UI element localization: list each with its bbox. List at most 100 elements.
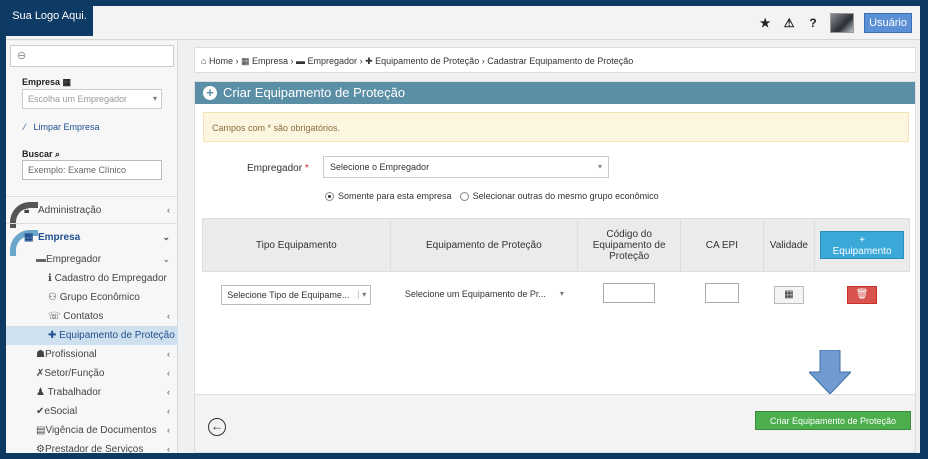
- plus-icon: ✚: [48, 330, 60, 341]
- broom-icon: ⁄: [24, 122, 26, 132]
- plus-icon: ✚: [365, 56, 373, 66]
- sidebar-item-trabalhador[interactable]: ♟ Trabalhador ‹: [6, 383, 178, 402]
- building-icon: ▦: [24, 232, 34, 243]
- search-input[interactable]: Exemplo: Exame Clínico: [22, 160, 162, 180]
- sidebar-item-cadastro-empregador[interactable]: ℹ Cadastro do Empregador: [6, 269, 178, 288]
- sidebar-item-esocial[interactable]: ✔eSocial ‹: [6, 402, 178, 421]
- sidebar-item-setor-funcao[interactable]: ✗Setor/Função ‹: [6, 364, 178, 383]
- top-icons: ★ ⚠ ? Usuário: [758, 13, 912, 33]
- col-equipamento-protecao: Equipamento de Proteção: [389, 218, 579, 272]
- col-validade: Validade: [762, 218, 816, 272]
- page-title: Criar Equipamento de Proteção: [223, 85, 406, 100]
- chevron-down-icon: ⌄: [162, 232, 170, 242]
- col-actions: + Equipamento: [814, 218, 910, 272]
- chevron-left-icon: ‹: [167, 387, 170, 397]
- worker-icon: ♟: [36, 387, 48, 398]
- add-equipamento-label: Equipamento: [832, 246, 892, 257]
- sidebar-menu: 🔒︎ Administração ‹ ▦ Empresa ⌄ ▬Empregador…: [6, 196, 178, 453]
- cell-ca: [680, 271, 764, 318]
- breadcrumb-empresa[interactable]: Empresa: [252, 56, 288, 66]
- calendar-icon: ▦: [784, 288, 794, 300]
- lock-icon: 🔒︎: [24, 205, 30, 216]
- app-window: Sua Logo Aqui. ★ ⚠ ? Usuário ⊖ Empresa ▦…: [6, 6, 920, 453]
- empregador-select-value: Selecione o Empregador: [330, 162, 430, 172]
- cell-codigo: [577, 271, 681, 318]
- calendar-button[interactable]: ▦: [773, 285, 804, 304]
- criar-equipamento-button[interactable]: Criar Equipamento de Proteção: [755, 411, 911, 430]
- sidebar: ⊖ Empresa ▦ Escolha um Empregador ▾ ⁄ Li…: [6, 41, 178, 453]
- radio-somente-empresa[interactable]: [325, 191, 334, 201]
- buscar-label: Buscar ⌕: [22, 149, 61, 159]
- delete-button[interactable]: 🗑︎: [847, 285, 878, 304]
- search-icon: ⌕: [55, 149, 61, 159]
- building-icon: ▦: [62, 77, 72, 87]
- phone-icon: ☏: [48, 311, 64, 322]
- sidebar-item-grupo-economico[interactable]: ⚇ Grupo Econômico: [6, 288, 178, 307]
- limpar-empresa-label: Limpar Empresa: [33, 122, 100, 132]
- sidebar-item-empresa[interactable]: ▦ Empresa ⌄: [6, 223, 178, 250]
- id-card-icon: ▬: [296, 56, 306, 66]
- cell-tipo: Selecione Tipo de Equipame... ▾: [202, 271, 391, 318]
- circle-arrow-left-icon: ⊖: [17, 50, 27, 62]
- chevron-left-icon: ‹: [167, 444, 170, 453]
- star-icon[interactable]: ★: [758, 16, 772, 30]
- sidebar-item-administracao[interactable]: 🔒︎ Administração ‹: [6, 196, 178, 223]
- arrow-down-icon: [809, 350, 851, 394]
- main-content: ⌂ Home › ▦ Empresa › ▬ Empregador › ✚ Eq…: [186, 41, 920, 453]
- limpar-empresa-link[interactable]: ⁄ Limpar Empresa: [24, 122, 100, 132]
- id-card-icon: ▬: [36, 254, 46, 265]
- help-icon[interactable]: ?: [806, 16, 820, 30]
- scope-radio-group: Somente para esta empresa Selecionar out…: [325, 191, 659, 201]
- empresa-select[interactable]: Escolha um Empregador ▾: [22, 89, 162, 109]
- empresa-label: Empresa ▦: [22, 77, 72, 87]
- col-codigo-equipamento: Código do Equipamento de Proteção: [577, 218, 682, 272]
- panel-header: + Criar Equipamento de Proteção: [195, 82, 915, 104]
- col-ca-epi: CA EPI: [680, 218, 764, 272]
- col-tipo-equipamento: Tipo Equipamento: [202, 218, 391, 272]
- radio-grupo-economico-label: Selecionar outras do mesmo grupo econômi…: [472, 191, 659, 201]
- chevron-down-icon: ▾: [358, 289, 366, 299]
- equipment-table: Tipo Equipamento Equipamento de Proteção…: [202, 218, 910, 318]
- breadcrumb-current: Cadastrar Equipamento de Proteção: [487, 56, 634, 66]
- sidebar-item-equipamento-protecao[interactable]: ✚ Equipamento de Proteção: [6, 326, 178, 345]
- equipamento-protecao-select[interactable]: Selecione um Equipamento de Pr... ▾: [400, 285, 568, 305]
- empregador-select[interactable]: Selecione o Empregador ▾: [323, 156, 609, 178]
- form-panel: + Criar Equipamento de Proteção Campos c…: [194, 81, 916, 453]
- top-bar: Sua Logo Aqui. ★ ⚠ ? Usuário: [6, 6, 920, 40]
- logo[interactable]: Sua Logo Aqui.: [6, 6, 93, 36]
- form-footer: ← Criar Equipamento de Proteção: [195, 394, 915, 452]
- sidebar-item-prestador-servicos[interactable]: ⚙Prestador de Serviços ‹: [6, 440, 178, 453]
- breadcrumb-equipamento[interactable]: Equipamento de Proteção: [375, 56, 479, 66]
- avatar[interactable]: [830, 13, 855, 33]
- add-plus-label: +: [859, 235, 865, 246]
- chevron-down-icon: ⌄: [162, 254, 170, 264]
- breadcrumb-home[interactable]: Home: [209, 56, 233, 66]
- user-button[interactable]: Usuário: [864, 13, 912, 33]
- tipo-equipamento-select[interactable]: Selecione Tipo de Equipame... ▾: [221, 284, 372, 305]
- add-equipamento-button[interactable]: + Equipamento: [820, 231, 905, 259]
- chevron-left-icon: ‹: [167, 406, 170, 416]
- warning-icon[interactable]: ⚠: [782, 16, 796, 30]
- chevron-left-icon: ‹: [167, 368, 170, 378]
- sidebar-item-empregador[interactable]: ▬Empregador ⌄: [6, 250, 178, 269]
- cell-equipamento: Selecione um Equipamento de Pr... ▾: [390, 271, 578, 318]
- sidebar-item-contatos[interactable]: ☏ Contatos ‹: [6, 307, 178, 326]
- radio-grupo-economico[interactable]: [459, 191, 469, 201]
- cell-actions: 🗑︎: [814, 271, 910, 318]
- chevron-down-icon: ▾: [152, 94, 157, 103]
- equip-select-value: Selecione um Equipamento de Pr...: [404, 288, 546, 299]
- plus-circle-icon: +: [203, 86, 217, 100]
- codigo-input[interactable]: [603, 283, 656, 304]
- empregador-label: Empregador *: [247, 163, 309, 174]
- breadcrumb-empregador[interactable]: Empregador: [308, 56, 358, 66]
- sidebar-toggle[interactable]: ⊖: [10, 45, 174, 67]
- chevron-left-icon: ‹: [167, 205, 170, 215]
- back-arrow-icon[interactable]: ←: [208, 418, 226, 436]
- breadcrumb: ⌂ Home › ▦ Empresa › ▬ Empregador › ✚ Eq…: [194, 47, 916, 73]
- sidebar-item-vigencia-documentos[interactable]: ▤Vigência de Documentos ‹: [6, 421, 178, 440]
- trash-icon: 🗑︎: [855, 288, 869, 300]
- ca-epi-input[interactable]: [704, 283, 739, 304]
- group-icon: ⚇: [48, 292, 60, 303]
- sidebar-item-profissional[interactable]: ☗Profissional ‹: [6, 345, 178, 364]
- chevron-down-icon: ▾: [597, 162, 602, 171]
